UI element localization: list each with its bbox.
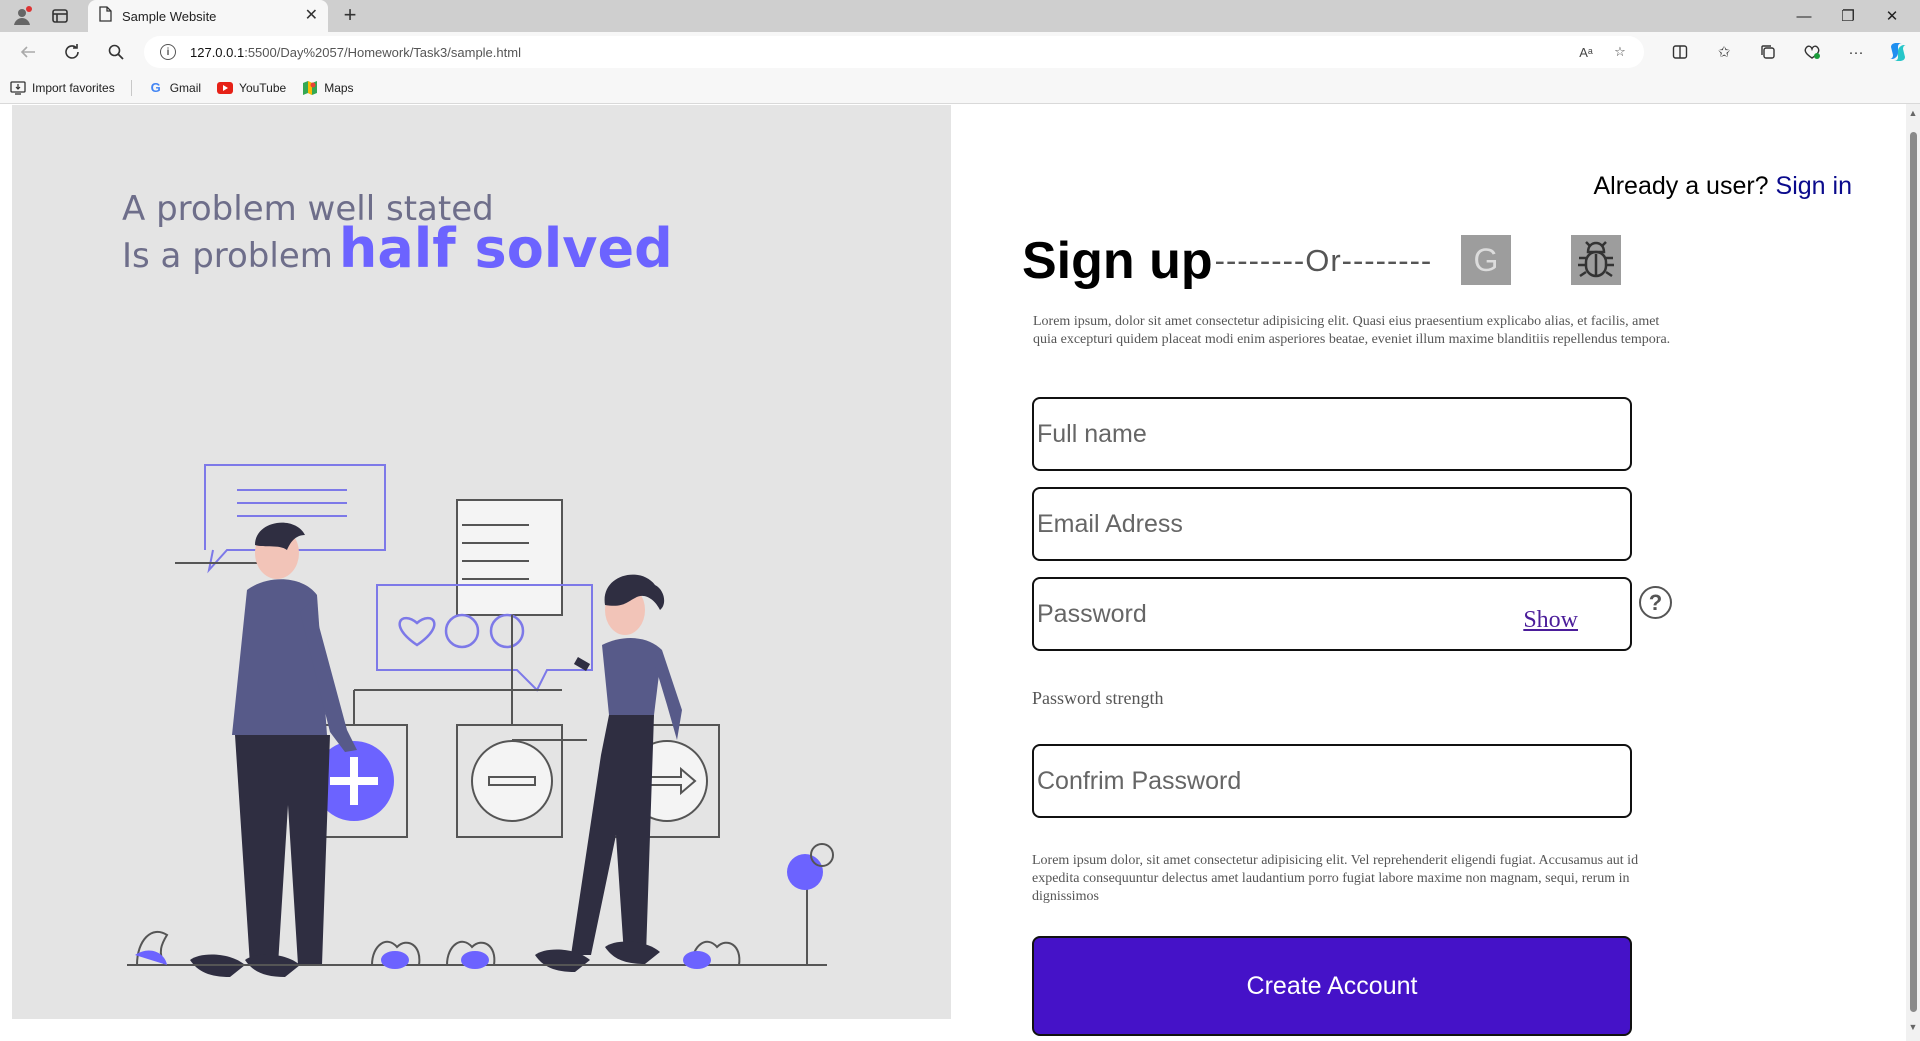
people-illustration [127, 464, 834, 977]
bookmark-label: Maps [324, 80, 354, 95]
tagline-highlight: half solved [338, 217, 673, 280]
close-window-icon[interactable]: ✕ [1870, 0, 1914, 32]
tagline-line-2: Is a problem [122, 236, 333, 276]
intro-paragraph: Lorem ipsum, dolor sit amet consectetur … [1033, 314, 1671, 347]
youtube-icon [217, 80, 234, 96]
favorites-icon[interactable]: ✩ [1712, 40, 1736, 64]
url-text: 127.0.0.1:5500/Day%2057/Homework/Task3/s… [190, 44, 521, 60]
or-divider: --------Or-------- [1214, 243, 1433, 278]
close-tab-icon[interactable]: ✕ [305, 8, 318, 24]
scrollbar-thumb[interactable] [1910, 132, 1917, 1012]
browser-essentials-icon[interactable] [1800, 40, 1824, 64]
page-title: Sign up [1022, 232, 1213, 290]
bookmark-gmail[interactable]: G Gmail [148, 80, 201, 96]
full-name-input[interactable] [1037, 419, 1630, 449]
hero-panel: A problem well stated Is a problem half s… [12, 105, 951, 1019]
site-info-icon[interactable]: i [160, 44, 176, 60]
bookmark-label: Import favorites [32, 80, 115, 95]
page-icon [98, 5, 112, 27]
bookmark-separator [130, 79, 132, 96]
scroll-down-icon[interactable]: ▼ [1908, 1022, 1918, 1032]
full-name-field[interactable] [1032, 397, 1632, 471]
bookmark-label: Gmail [169, 80, 202, 95]
page-scrollbar[interactable]: ▲ ▼ [1906, 104, 1920, 1041]
email-field[interactable] [1032, 487, 1632, 561]
reload-icon[interactable] [60, 40, 84, 64]
password-field[interactable]: Show [1032, 577, 1632, 651]
bug-icon [1578, 241, 1614, 278]
hero-tagline: A problem well stated Is a problem half s… [122, 189, 673, 276]
google-signup-button[interactable]: G [1461, 235, 1511, 285]
confirm-password-input[interactable] [1037, 766, 1630, 796]
sign-in-link[interactable]: Sign in [1776, 172, 1852, 200]
read-aloud-icon[interactable]: Aᵃ [1576, 42, 1596, 62]
page-viewport: A problem well stated Is a problem half s… [0, 104, 1920, 1041]
bug-signup-button[interactable] [1571, 235, 1621, 285]
password-strength-label: Password strength [1032, 688, 1164, 708]
collections-icon[interactable] [1756, 40, 1780, 64]
terms-paragraph: Lorem ipsum dolor, sit amet consectetur … [1032, 853, 1639, 904]
scroll-up-icon[interactable]: ▲ [1908, 108, 1918, 118]
show-password-link[interactable]: Show [1523, 607, 1578, 634]
browser-tab[interactable]: Sample Website ✕ [88, 0, 328, 32]
bookmark-import[interactable]: Import favorites [10, 80, 115, 96]
search-icon[interactable] [104, 40, 128, 64]
already-user-label: Already a user? [1593, 172, 1769, 200]
tab-actions-icon[interactable] [50, 6, 70, 26]
maps-icon [302, 80, 318, 96]
already-user-text: Already a user? Sign in [1593, 172, 1852, 201]
browser-toolbar: i 127.0.0.1:5500/Day%2057/Homework/Task3… [0, 32, 1920, 72]
split-screen-icon[interactable] [1668, 40, 1692, 64]
email-input[interactable] [1037, 509, 1630, 539]
browser-tab-bar: Sample Website ✕ + — ❐ ✕ [0, 0, 1920, 32]
profile-icon[interactable] [12, 6, 32, 26]
google-icon: G [1473, 241, 1499, 278]
restore-icon[interactable]: ❐ [1826, 0, 1870, 32]
new-tab-button[interactable]: + [338, 4, 362, 28]
copilot-icon[interactable] [1886, 40, 1910, 64]
confirm-password-field[interactable] [1032, 744, 1632, 818]
bookmark-maps[interactable]: Maps [302, 80, 354, 96]
google-icon: G [150, 80, 161, 95]
signup-header: Sign up --------Or-------- [1022, 226, 1432, 296]
help-icon[interactable]: ? [1639, 586, 1672, 619]
bookmark-youtube[interactable]: YouTube [217, 80, 286, 96]
favorite-star-icon[interactable]: ☆ [1610, 42, 1630, 62]
address-bar[interactable]: i 127.0.0.1:5500/Day%2057/Homework/Task3… [144, 36, 1644, 68]
bookmark-label: YouTube [239, 80, 287, 95]
import-icon [10, 80, 26, 96]
minimize-icon[interactable]: — [1782, 0, 1826, 32]
tab-title: Sample Website [122, 8, 217, 24]
back-arrow-icon[interactable] [16, 40, 40, 64]
favorites-bar: Import favorites G Gmail YouTube Maps [0, 72, 1920, 104]
create-account-button[interactable]: Create Account [1032, 936, 1632, 1036]
more-options-icon[interactable]: ··· [1844, 40, 1868, 64]
